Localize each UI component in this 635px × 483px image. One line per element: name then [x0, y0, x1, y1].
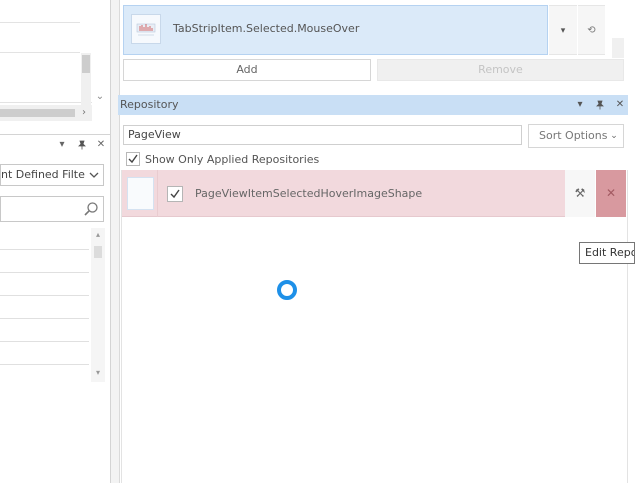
edit-repository-tooltip: Edit Repository — [579, 242, 635, 264]
show-only-applied-checkbox[interactable] — [126, 152, 140, 166]
grid-row-divider — [0, 318, 89, 319]
scroll-down-icon[interactable]: ▾ — [91, 366, 105, 380]
list-row-divider — [0, 22, 80, 23]
close-icon: ✕ — [605, 186, 617, 200]
grid-row-divider — [0, 272, 89, 273]
dropdown-icon[interactable]: ▾ — [55, 135, 69, 155]
grid-row-divider — [0, 364, 89, 365]
chevron-down-icon[interactable]: ⌄ — [607, 125, 621, 147]
list-row-divider — [0, 52, 80, 53]
sort-options-combo[interactable]: Sort Options ⌄ — [528, 124, 624, 148]
add-button[interactable]: Add — [123, 59, 371, 81]
left-vertical-scroll-thumb[interactable] — [82, 55, 90, 73]
state-dropdown-button[interactable]: ▾ — [549, 5, 577, 55]
grid-row-divider — [0, 341, 89, 342]
state-preview-thumbnail — [131, 14, 161, 44]
panel-splitter[interactable] — [111, 0, 120, 483]
row-divider — [157, 170, 158, 217]
pin-icon[interactable] — [592, 95, 608, 115]
close-icon[interactable]: ✕ — [612, 95, 628, 115]
left-top-list[interactable] — [0, 0, 92, 103]
chevron-right-icon[interactable]: › — [77, 105, 91, 121]
sort-options-label: Sort Options — [539, 129, 608, 142]
repository-item-label: PageViewItemSelectedHoverImageShape — [195, 187, 423, 200]
dropdown-icon[interactable]: ▾ — [572, 95, 588, 115]
delete-repository-button[interactable]: ✕ — [596, 170, 626, 217]
pin-icon[interactable] — [75, 135, 89, 155]
left-horizontal-scroll-thumb[interactable] — [0, 109, 75, 117]
close-icon[interactable]: ✕ — [94, 135, 108, 155]
left-search-input[interactable] — [0, 196, 104, 222]
repository-search-input[interactable]: PageView — [123, 125, 522, 145]
panel-border — [627, 170, 628, 483]
filter-combo[interactable]: nt Defined Filter — [0, 164, 104, 186]
repository-search-value: PageView — [128, 128, 181, 141]
grid-row-divider — [0, 249, 89, 250]
show-only-applied-label: Show Only Applied Repositories — [145, 153, 320, 166]
repository-panel-header — [118, 95, 628, 115]
remove-button[interactable]: Remove — [377, 59, 624, 81]
search-icon[interactable] — [83, 201, 99, 217]
grid-scroll-thumb[interactable] — [94, 246, 102, 258]
filter-combo-value: nt Defined Filter — [1, 168, 85, 181]
tools-icon: ⚒ — [574, 186, 586, 200]
state-item-label: TabStripItem.Selected.MouseOver — [173, 22, 360, 35]
edit-repository-button[interactable]: ⚒ — [565, 170, 595, 217]
chevron-down-icon[interactable]: ⌄ — [93, 90, 107, 104]
scroll-up-icon[interactable]: ▴ — [91, 228, 105, 242]
reset-icon[interactable]: ⟲ — [578, 5, 605, 55]
chevron-down-icon[interactable] — [87, 165, 101, 185]
repository-preview-thumbnail — [127, 177, 154, 210]
loading-spinner-icon — [277, 280, 297, 300]
state-list-scrollbar[interactable] — [612, 38, 624, 58]
left-panel-header: ▾ ✕ — [0, 134, 111, 154]
grid-row-divider — [0, 295, 89, 296]
repository-title: Repository — [120, 98, 179, 111]
repository-apply-checkbox[interactable] — [167, 186, 183, 202]
